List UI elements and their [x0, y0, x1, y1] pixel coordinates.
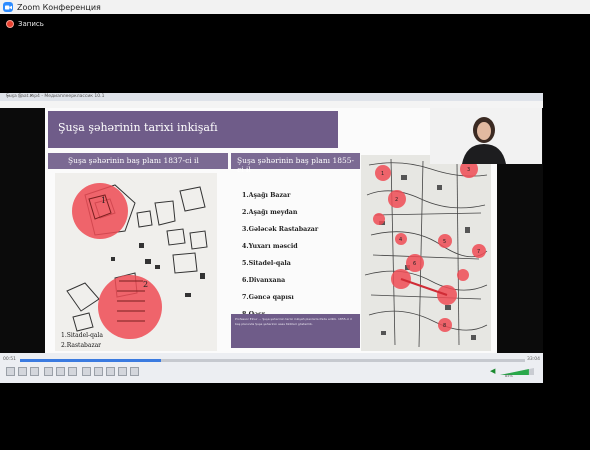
right-map-marker-7: 7 [477, 249, 480, 255]
recording-indicator[interactable]: Запись [6, 20, 44, 28]
frame-back-button[interactable] [106, 367, 115, 376]
pause-button[interactable] [18, 367, 27, 376]
slide-caption-box: Professor Elnur ... Şuşa şəhərinin tarix… [231, 314, 360, 348]
zoom-title-bar: Zoom Конференция [0, 0, 590, 14]
current-time: 00:51 [3, 357, 16, 362]
forward-button[interactable] [68, 367, 77, 376]
play-button[interactable] [6, 367, 15, 376]
slide-title: Şuşa şəhərinin tarixi inkişafı [58, 121, 218, 134]
fullscreen-button[interactable] [94, 367, 103, 376]
plan-1855-map: 1 2 3 4 5 6 7 8 [361, 155, 491, 351]
slide-caption: Professor Elnur ... Şuşa şəhərinin tarix… [235, 317, 352, 326]
right-map-marker-4: 4 [399, 237, 402, 243]
right-map-marker-3: 3 [467, 167, 470, 173]
left-map-legend-2: 2.Rastabazar [61, 342, 101, 349]
player-menu-bar: Файл Воспроизведение Аудио Видео Субтитр… [0, 101, 543, 117]
left-map-label-1: 1 [101, 196, 106, 205]
video-area[interactable]: Şuşa şəhərinin tarixi inkişafı Şuşa şəhə… [0, 108, 543, 353]
player-title-bar: Şuşa Saat.mp4 - Медиаплеерклассик 10.1 —… [0, 93, 543, 101]
right-plan-title: Şuşa şəhərinin baş planı 1855-ci il [237, 156, 355, 174]
left-map-legend-1: 1.Sitadel-qala [61, 332, 103, 339]
window-title: Zoom Конференция [17, 2, 101, 12]
list-item: 6.Divanxana [242, 277, 286, 284]
right-map-marker-2: 2 [395, 197, 398, 203]
landmark-list: 1.Aşağı Bazar 2.Aşağı meydan 3.Gələcək R… [242, 190, 318, 326]
next-button[interactable] [82, 367, 91, 376]
prev-button[interactable] [44, 367, 53, 376]
rewind-button[interactable] [56, 367, 65, 376]
presenter-webcam [430, 108, 542, 164]
stop-button[interactable] [30, 367, 39, 376]
loop-button[interactable] [130, 367, 139, 376]
right-map-marker-8: 8 [443, 323, 446, 329]
volume-percent: 85% [505, 374, 513, 378]
seek-bar[interactable] [20, 359, 525, 362]
left-map-label-2: 2 [143, 280, 148, 289]
window-controls[interactable]: — ▢ ✕ [6, 94, 539, 99]
recording-icon [6, 20, 14, 28]
plan-1837-map: 1 2 1.Sitadel-qala 2.Rastabazar [55, 173, 217, 351]
duration: 33:04 [527, 357, 540, 362]
recording-label: Запись [18, 20, 44, 28]
shared-screen: Şuşa Saat.mp4 - Медиаплеерклассик 10.1 —… [0, 93, 543, 383]
seek-progress [20, 359, 162, 362]
right-map-marker-1: 1 [381, 171, 384, 177]
list-item: 2.Aşağı meydan [242, 209, 298, 216]
player-controls: 00:51 33:04 ◀ 85% [0, 353, 543, 383]
list-item: 1.Aşağı Bazar [242, 192, 291, 199]
list-item: 3.Gələcək Rastabazar [242, 226, 319, 233]
list-item: 7.Gəncə qapısı [242, 294, 294, 301]
frame-forward-button[interactable] [118, 367, 127, 376]
right-map-marker-6: 6 [413, 261, 416, 267]
left-plan-header: Şuşa şəhərinin baş planı 1837-ci il [48, 153, 228, 169]
list-item: 4.Yuxarı məscid [242, 243, 298, 250]
right-map-marker-5: 5 [443, 239, 446, 245]
slide-title-box: Şuşa şəhərinin tarixi inkişafı [48, 111, 338, 148]
right-plan-header: Şuşa şəhərinin baş planı 1855-ci il [231, 153, 360, 174]
left-plan-title: Şuşa şəhərinin baş planı 1837-ci il [68, 156, 199, 165]
volume-icon[interactable]: ◀ [490, 367, 495, 375]
list-item: 5.Sitadel-qala [242, 260, 291, 267]
zoom-logo-icon [3, 2, 13, 12]
